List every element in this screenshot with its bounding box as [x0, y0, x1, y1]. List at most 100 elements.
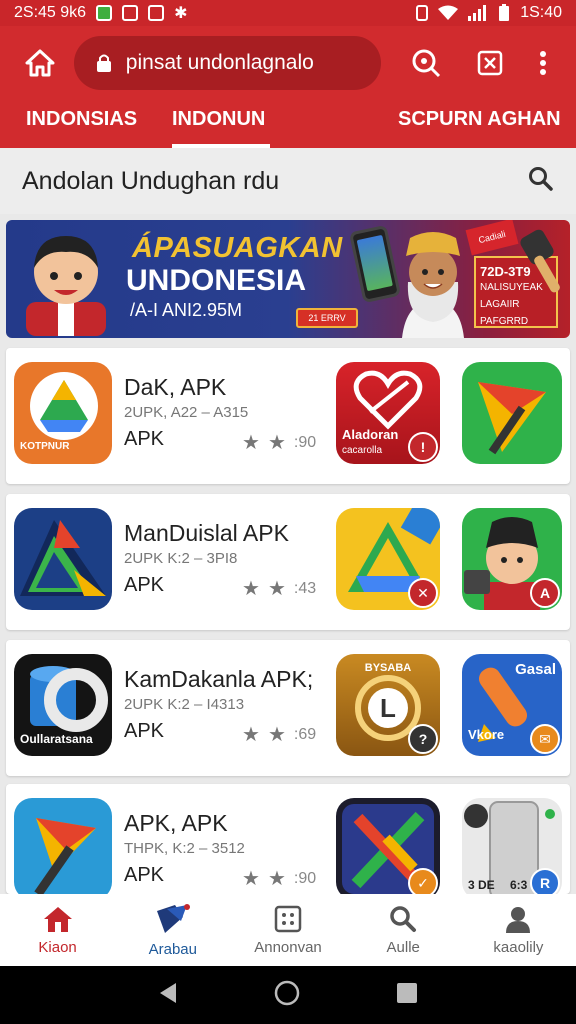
url-bar[interactable]: pinsat undonlagnalo	[73, 36, 381, 90]
app-type: APK	[124, 864, 165, 886]
cylinder-logo-icon	[30, 666, 108, 732]
rating-text: :69	[293, 725, 317, 743]
hammer-icon	[34, 818, 96, 897]
search-icon	[390, 905, 417, 932]
section-search-button[interactable]	[528, 166, 554, 197]
rating-text: :90	[293, 433, 317, 451]
star-icon: ★	[242, 868, 260, 890]
app-type: APK	[124, 720, 165, 742]
star-icon: ★	[267, 432, 286, 454]
app-type: APK	[124, 428, 165, 450]
badge-icon: A	[530, 578, 560, 608]
heart-arrow-icon	[353, 370, 423, 430]
app-card-1[interactable]: KOTPNUR DaK, APK 2UPK, A22 – A315 APK ★ …	[6, 348, 570, 484]
app-card-4[interactable]: APK, APK THPK, K:2 – 3512 APK ★ ★ :90 ✓ …	[6, 784, 570, 900]
related-app-icon[interactable]: ✕	[336, 508, 440, 610]
app-meta: THPK, K:2 – 3512	[124, 840, 245, 857]
recents-square-icon	[397, 982, 417, 1003]
banner-box-line-3: LAGAIIR	[480, 298, 520, 310]
star-icon: ★	[242, 578, 260, 600]
home-icon	[25, 49, 55, 77]
star-icon: ★	[242, 432, 260, 454]
star-icon: ★	[267, 724, 286, 746]
folder-tag-icon	[156, 903, 190, 933]
status-right: 1S:40	[416, 4, 562, 22]
nav-home[interactable]: Kiaon	[0, 894, 115, 966]
person-icon	[506, 906, 531, 933]
nav-aulle[interactable]: Aulle	[346, 894, 461, 966]
home-circle-icon	[274, 980, 300, 1005]
related-app-icon[interactable]: 3 DE 6:3 R	[462, 798, 562, 900]
banner-badge: 21 ERRV	[296, 308, 358, 328]
app-rating: ★ ★ :90	[242, 866, 316, 891]
related-app-icon[interactable]: Gasal Vkore ✉	[462, 654, 562, 756]
app-icon	[14, 508, 112, 610]
tab-indonun[interactable]: INDONUN	[172, 108, 270, 148]
app-name: KamDakanla APK;	[124, 666, 314, 692]
app-icon-caption: KOTPNUR	[20, 441, 70, 452]
badge-icon: ✕	[408, 578, 438, 608]
related-app-icon[interactable]: ✓	[336, 798, 440, 900]
bluetooth-icon: ✱	[174, 5, 188, 22]
overflow-menu-button[interactable]	[528, 41, 558, 85]
app-icon: KOTPNUR	[14, 362, 112, 464]
clock: 1S:40	[520, 4, 562, 21]
related-app-icon[interactable]: L BYSABA ?	[336, 654, 440, 756]
app-icon-caption: Oullaratsana	[20, 731, 93, 746]
svg-text:L: L	[380, 693, 396, 723]
app-card-3[interactable]: Oullaratsana KamDakanla APK; 2UPK K:2 – …	[6, 640, 570, 776]
tab-scpurn-aghan[interactable]: SCPURN AGHAN	[398, 108, 561, 148]
url-text: pinsat undonlagnalo	[125, 51, 314, 74]
badge-icon: !	[408, 432, 438, 462]
nav-profile[interactable]: kaaolily	[461, 894, 576, 966]
category-tabs: INDONSIAS INDONUN SCPURN AGHAN	[0, 100, 576, 148]
search-tool-button[interactable]	[405, 41, 449, 85]
tab-indonsias[interactable]: INDONSIAS	[26, 108, 137, 148]
app-meta: 2UPK K:2 – I4313	[124, 696, 245, 713]
related-app-caption-top: Gasal	[515, 661, 556, 678]
microphone-illustration	[520, 229, 560, 293]
app-card-2[interactable]: ManDuislal APK 2UPK K:2 – 3PI8 APK ★ ★ :…	[6, 494, 570, 630]
related-app-caption: BYSABA	[364, 662, 412, 674]
section-title: Andolan Undughan rdu	[22, 166, 280, 195]
nav-label: kaaolily	[493, 938, 544, 956]
section-header: Andolan Undughan rdu	[0, 148, 576, 214]
app-meta: 2UPK, A22 – A315	[124, 404, 249, 421]
star-icon: ★	[242, 724, 260, 746]
more-vertical-icon	[540, 51, 547, 75]
app-name: DaK, APK	[124, 374, 227, 400]
banner-headline-2: UNDONESIA	[126, 264, 307, 297]
play-arrow-icon	[478, 382, 546, 455]
message-notification-icon	[148, 5, 165, 21]
home-icon	[43, 906, 72, 932]
home-system-button[interactable]	[274, 980, 300, 1011]
banner-headline-1: ÁPASUAGKAN	[132, 232, 343, 264]
nav-annonvan[interactable]: Annonvan	[230, 894, 345, 966]
zoom-search-icon	[412, 49, 441, 78]
search-icon	[529, 166, 553, 191]
mascot-boy-illustration	[26, 236, 106, 336]
status-bar: 2S:45 9k6 ✱ 1S:40	[0, 0, 576, 26]
app-rating: ★ ★ :43	[242, 576, 316, 601]
app-meta: 2UPK K:2 – 3PI8	[124, 550, 238, 567]
recents-button[interactable]	[396, 982, 418, 1009]
status-left: 2S:45 9k6 ✱	[14, 3, 187, 23]
back-button[interactable]	[158, 982, 178, 1009]
rating-text: :90	[293, 869, 317, 887]
tab-switcher-button[interactable]	[468, 41, 512, 85]
triangle-logo-icon	[20, 520, 106, 596]
app-name: ManDuislal APK	[124, 520, 289, 546]
character-illustration	[402, 232, 464, 338]
related-app-icon[interactable]	[462, 362, 562, 464]
status-left-text: 2S:45 9k6	[14, 4, 87, 21]
nav-label: Annonvan	[254, 938, 322, 956]
battery-icon	[499, 4, 510, 21]
nav-arabau[interactable]: Arabau	[115, 894, 230, 966]
app-icon: Oullaratsana	[14, 654, 112, 756]
nav-label: Kiaon	[38, 938, 77, 956]
promo-banner[interactable]: ÁPASUAGKAN UNDONESIA /A-I ANI2.95M 21 ER…	[6, 220, 570, 338]
related-app-icon[interactable]: A	[462, 508, 562, 610]
related-app-icon[interactable]: Aladoran cacarolla !	[336, 362, 440, 464]
nav-label: Arabau	[148, 940, 197, 958]
home-button[interactable]	[18, 41, 62, 85]
